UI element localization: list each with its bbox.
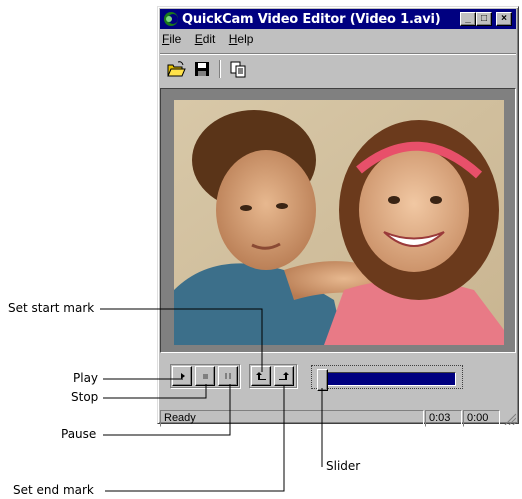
callout-line-stop (103, 384, 207, 399)
callout-lines (100, 308, 323, 492)
callout-line-set-end-mark (105, 385, 285, 492)
callout-pause: Pause (61, 427, 97, 441)
callout-stop: Stop (71, 390, 99, 404)
callout-set-end-mark: Set end mark (13, 483, 94, 497)
callout-slider: Slider (326, 459, 361, 473)
callout-line-set-start-mark (100, 308, 263, 372)
callout-line-pause (103, 384, 231, 436)
callout-set-start-mark: Set start mark (8, 301, 95, 315)
callout-play: Play (73, 371, 99, 385)
